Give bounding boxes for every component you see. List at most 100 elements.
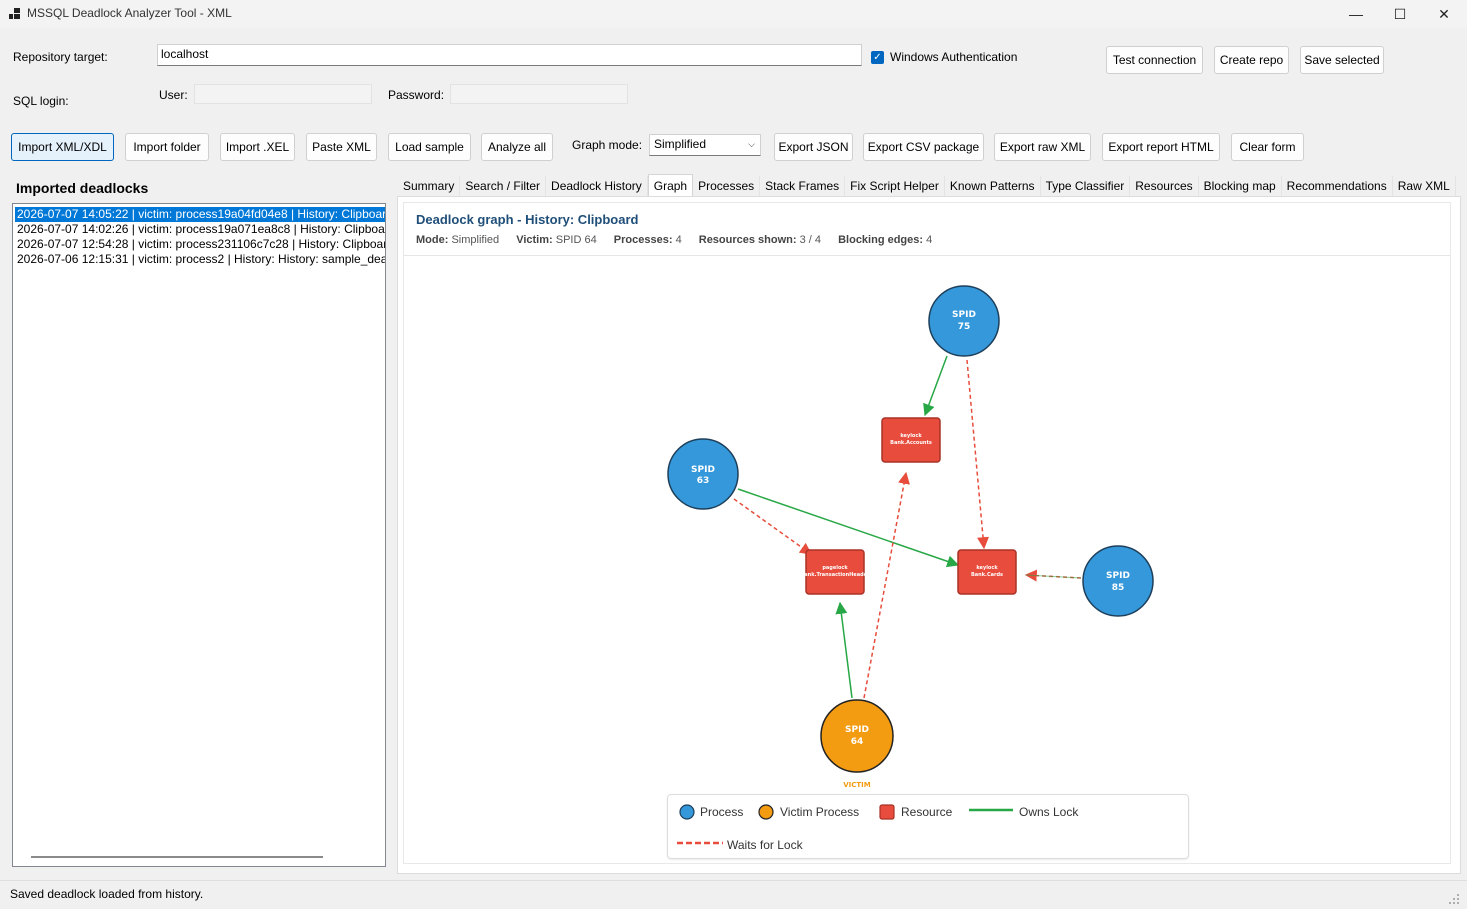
list-item[interactable]: 2026-07-06 12:15:31 | victim: process2 |… [15, 252, 385, 267]
tab-blocking-map[interactable]: Blocking map [1199, 176, 1282, 196]
tab-resources[interactable]: Resources [1130, 176, 1199, 196]
victim-legend-icon [758, 804, 774, 820]
imported-deadlocks-list[interactable]: 2026-07-07 14:05:22 | victim: process19a… [12, 203, 386, 867]
resource-node-accounts[interactable]: keylock Bank.Accounts [881, 417, 941, 463]
edge-p75-owns-accounts [923, 355, 948, 417]
graph-mode-label: Graph mode: [572, 138, 643, 152]
sql-login-label: SQL login: [13, 94, 69, 108]
process-node-spid-75[interactable]: SPID 75 [928, 285, 1000, 357]
svg-text:SPID: SPID [952, 310, 976, 320]
svg-text:63: 63 [697, 476, 710, 486]
legend-process: Process [700, 805, 744, 819]
tab-stack-frames[interactable]: Stack Frames [760, 176, 846, 196]
svg-text:Bank.TransactionHeader: Bank.TransactionHeader [800, 572, 870, 578]
legend-waits: Waits for Lock [727, 838, 803, 852]
import-xel-button[interactable]: Import .XEL [220, 133, 295, 161]
tab-search-filter[interactable]: Search / Filter [460, 176, 547, 196]
edge-p85-overlay [1025, 574, 1082, 579]
horizontal-scrollbar[interactable] [31, 856, 323, 858]
tab-fix-script-helper[interactable]: Fix Script Helper [845, 176, 945, 196]
graph-legend: Process Victim Process Resource Owns Loc… [667, 794, 1189, 859]
checkmark-icon: ✓ [871, 50, 884, 64]
process-node-spid-63[interactable]: SPID 63 [667, 438, 739, 510]
process-node-spid-85[interactable]: SPID 85 [1082, 545, 1154, 617]
window-title: MSSQL Deadlock Analyzer Tool - XML [27, 6, 232, 20]
export-report-html-button[interactable]: Export report HTML [1102, 133, 1220, 161]
export-csv-package-button[interactable]: Export CSV package [863, 133, 984, 161]
imported-deadlocks-heading: Imported deadlocks [16, 180, 149, 196]
minimize-button[interactable]: — [1333, 0, 1379, 28]
victim-tag: VICTIM [843, 781, 871, 789]
svg-text:SPID: SPID [1106, 571, 1130, 581]
tab-recommendations[interactable]: Recommendations [1282, 176, 1393, 196]
password-label: Password: [388, 88, 445, 102]
legend-victim: Victim Process [780, 805, 860, 819]
svg-text:Bank.Accounts: Bank.Accounts [890, 440, 932, 446]
status-text: Saved deadlock loaded from history. [10, 887, 204, 901]
svg-text:Bank.Cards: Bank.Cards [971, 572, 1003, 578]
analyze-all-button[interactable]: Analyze all [481, 133, 553, 161]
resource-node-cards[interactable]: keylock Bank.Cards [957, 549, 1017, 595]
graph-view: Deadlock graph - History: Clipboard Mode… [403, 202, 1451, 864]
chevron-down-icon: ⌵ [748, 139, 755, 149]
save-selected-button[interactable]: Save selected [1300, 46, 1384, 74]
tab-raw-xml[interactable]: Raw XML [1393, 176, 1456, 196]
process-legend-icon [679, 804, 695, 820]
maximize-button[interactable]: ☐ [1377, 0, 1423, 28]
svg-text:keylock: keylock [976, 565, 998, 571]
svg-text:64: 64 [851, 737, 864, 747]
user-input[interactable] [194, 84, 372, 104]
password-input[interactable] [450, 84, 628, 104]
create-repo-button[interactable]: Create repo [1214, 46, 1289, 74]
tab-graph[interactable]: Graph [647, 174, 694, 196]
tab-processes[interactable]: Processes [693, 176, 761, 196]
edge-p75-waits-cards [966, 359, 990, 550]
list-item[interactable]: 2026-07-07 14:05:22 | victim: process19a… [15, 207, 385, 222]
graph-panel: Deadlock graph - History: Clipboard Mode… [397, 196, 1461, 874]
import-xml-button[interactable]: Import XML/XDL [11, 133, 114, 161]
deadlock-graph: keylock Bank.Accounts pagelock Bank.Tran… [667, 285, 1154, 789]
process-node-spid-64-victim[interactable]: SPID 64 VICTIM [820, 699, 894, 789]
list-item[interactable]: 2026-07-07 12:54:28 | victim: process231… [15, 237, 385, 252]
import-folder-button[interactable]: Import folder [125, 133, 209, 161]
tab-type-classifier[interactable]: Type Classifier [1041, 176, 1131, 196]
tab-known-patterns[interactable]: Known Patterns [945, 176, 1041, 196]
resource-node-transaction-header[interactable]: pagelock Bank.TransactionHeader [800, 549, 870, 595]
waits-lock-legend-icon [677, 841, 723, 845]
windows-auth-checkbox[interactable]: ✓ Windows Authentication [871, 50, 1017, 64]
legend-owns: Owns Lock [1019, 805, 1079, 819]
resize-grip-icon[interactable] [1448, 893, 1460, 905]
clear-form-button[interactable]: Clear form [1231, 133, 1304, 161]
export-json-button[interactable]: Export JSON [774, 133, 853, 161]
svg-text:pagelock: pagelock [822, 565, 848, 571]
paste-xml-button[interactable]: Paste XML [306, 133, 377, 161]
windows-auth-label: Windows Authentication [890, 50, 1018, 64]
close-button[interactable]: ✕ [1421, 0, 1467, 28]
user-label: User: [159, 88, 188, 102]
repository-target-input[interactable]: localhost [157, 44, 862, 66]
test-connection-button[interactable]: Test connection [1106, 46, 1203, 74]
app-icon [9, 8, 20, 19]
tab-deadlock-history[interactable]: Deadlock History [546, 176, 648, 196]
svg-text:keylock: keylock [900, 433, 922, 439]
svg-text:75: 75 [958, 322, 971, 332]
list-item[interactable]: 2026-07-07 14:02:26 | victim: process19a… [15, 222, 385, 237]
repository-target-label: Repository target: [13, 50, 108, 64]
load-sample-button[interactable]: Load sample [388, 133, 471, 161]
title-bar: MSSQL Deadlock Analyzer Tool - XML — ☐ ✕ [0, 0, 1467, 28]
export-raw-xml-button[interactable]: Export raw XML [994, 133, 1091, 161]
status-bar: Saved deadlock loaded from history. [0, 880, 1467, 909]
tab-summary[interactable]: Summary [398, 176, 461, 196]
legend-resource: Resource [901, 805, 953, 819]
graph-mode-value: Simplified [654, 137, 707, 151]
edge-p64-waits-accounts [863, 471, 910, 699]
resource-legend-icon [879, 804, 895, 820]
edge-p64-owns-txheader [835, 601, 853, 699]
edge-p63-waits-txheader [733, 498, 812, 555]
svg-text:85: 85 [1112, 583, 1125, 593]
svg-text:SPID: SPID [691, 465, 715, 475]
graph-mode-select[interactable]: Simplified ⌵ [649, 134, 761, 156]
owns-lock-legend-icon [969, 808, 1013, 812]
svg-text:SPID: SPID [845, 725, 869, 735]
tab-strip: Summary Search / Filter Deadlock History… [398, 174, 1456, 196]
